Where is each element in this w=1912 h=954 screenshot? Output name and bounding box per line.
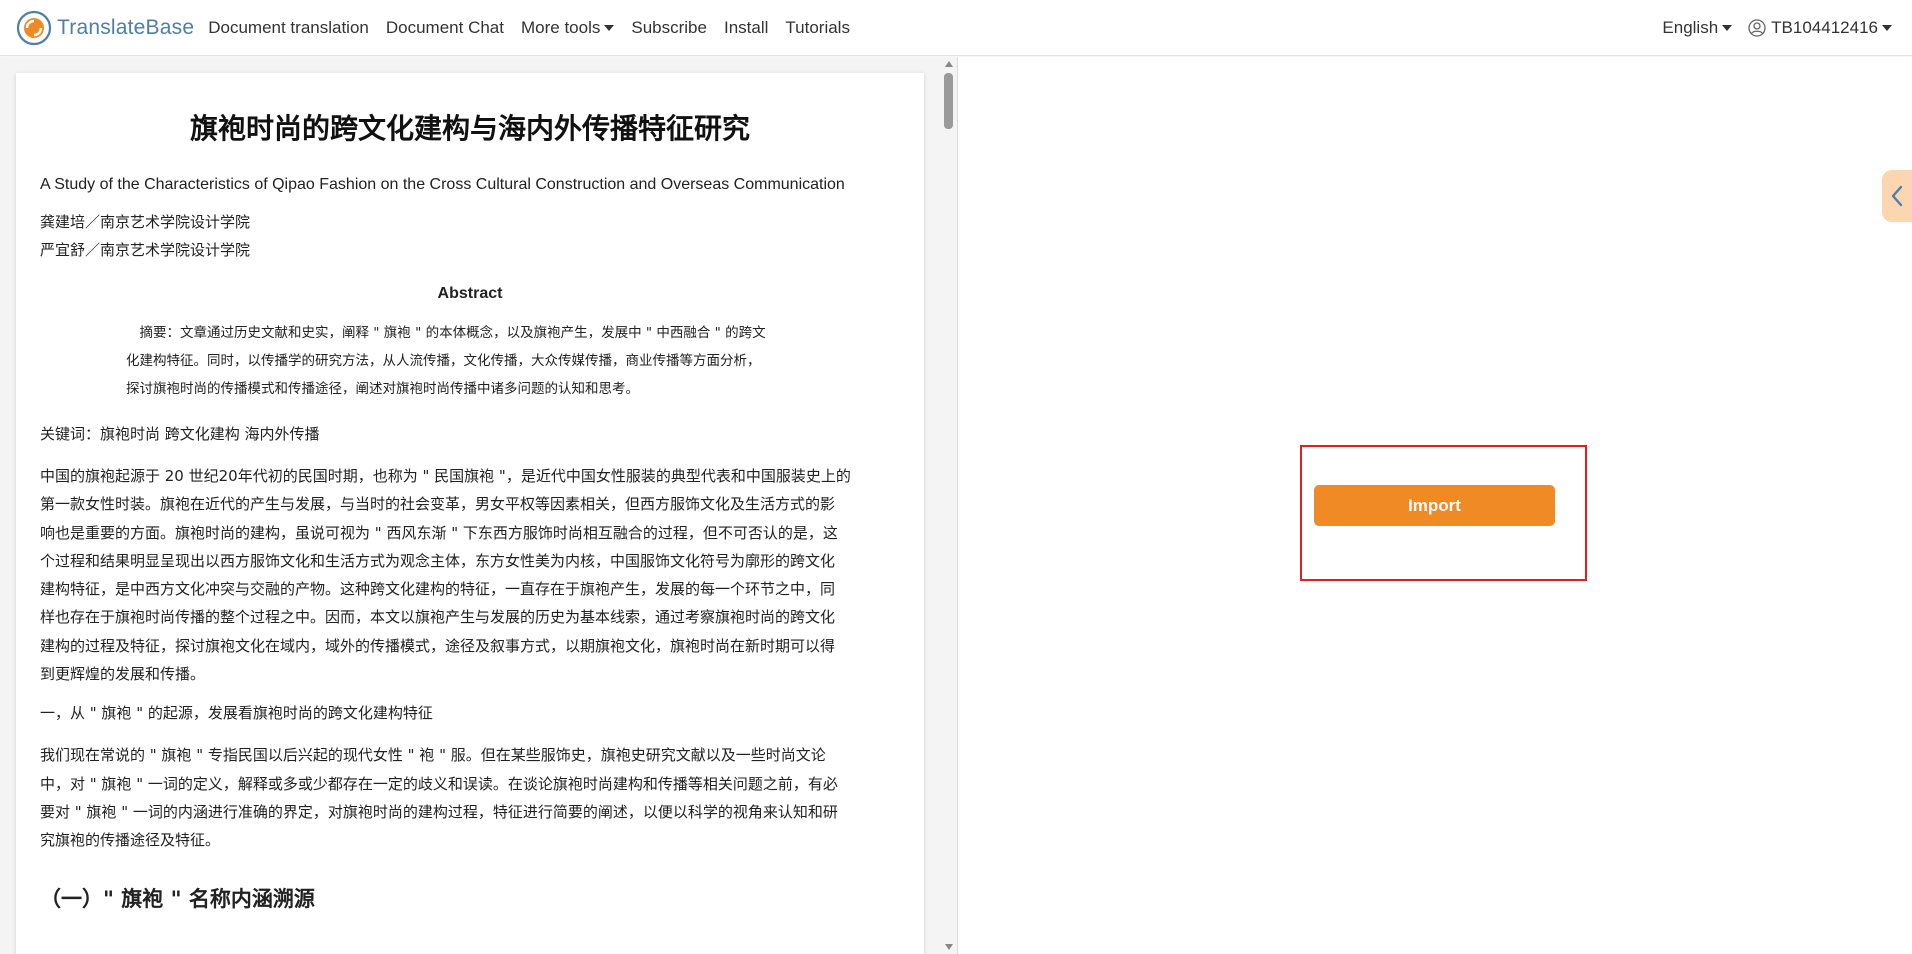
brand-name: TranslateBase — [57, 15, 195, 39]
paragraph-line: 我们现在常说的 " 旗袍 " 专指民国以后兴起的现代女性 " 袍 " 服。但在某… — [40, 746, 826, 765]
scrollbar-thumb[interactable] — [944, 73, 953, 129]
keywords: 关键词：旗袍时尚 跨文化建构 海内外传播 — [40, 425, 320, 443]
import-highlight-box: Import — [1300, 445, 1587, 581]
abstract-text: 摘要：文章通过历史文献和史实，阐释 " 旗袍 " 的本体概念，以及旗袍产生，发展… — [126, 319, 826, 403]
section-heading: 一，从 " 旗袍 " 的起源，发展看旗袍时尚的跨文化建构特征 — [40, 704, 433, 723]
nav-label: Subscribe — [631, 17, 707, 37]
user-circle-icon — [1748, 19, 1766, 37]
nav-more-tools[interactable]: More tools — [521, 17, 615, 38]
paragraph-line: 样也存在于旗袍时尚传播的整个过程之中。因而，本文以旗袍产生与发展的历史为基本线索… — [40, 608, 836, 627]
top-navbar: TranslateBase Document translation Docum… — [0, 0, 1912, 56]
nav-install[interactable]: Install — [724, 18, 768, 38]
abstract-line: 探讨旗袍时尚的传播模式和传播途径，阐述对旗袍时尚传播中诸多问题的认知和思考。 — [126, 381, 639, 397]
side-panel-toggle[interactable] — [1882, 170, 1912, 222]
nav-tutorials[interactable]: Tutorials — [785, 18, 850, 38]
nav-document-translation[interactable]: Document translation — [208, 18, 369, 38]
document-viewer: 旗袍时尚的跨文化建构与海内外传播特征研究 A Study of the Char… — [0, 57, 957, 954]
nav-document-chat[interactable]: Document Chat — [386, 18, 504, 38]
paragraph-line: 到更辉煌的发展和传播。 — [40, 665, 206, 684]
scroll-up-arrow-icon[interactable] — [945, 61, 953, 67]
main-nav: Document translation Document Chat More … — [208, 18, 867, 38]
document-scrollbar[interactable] — [941, 57, 957, 954]
language-selector[interactable]: English — [1662, 18, 1733, 38]
nav-subscribe[interactable]: Subscribe — [631, 18, 707, 38]
paragraph: 我们现在常说的 " 旗袍 " 专指民国以后兴起的现代女性 " 袍 " 服。但在某… — [40, 741, 900, 854]
nav-label: More tools — [521, 17, 601, 37]
paragraph-line: 中国的旗袍起源于 20 世纪20年代初的民国时期，也称为 " 民国旗袍 "，是近… — [40, 467, 851, 485]
caret-down-icon — [1882, 25, 1892, 31]
author-line: 严宜舒／南京艺术学院设计学院 — [40, 241, 251, 259]
paragraph-line: 究旗袍的传播途径及特征。 — [40, 831, 221, 850]
language-label: English — [1662, 18, 1719, 37]
header-right: English TB104412416 — [1662, 0, 1892, 56]
nav-label: Tutorials — [785, 17, 850, 37]
chevron-left-icon — [1891, 185, 1903, 207]
abstract-line: 化建构特征。同时，以传播学的研究方法，从人流传播，文化传播，大众传媒传播，商业传… — [126, 353, 761, 369]
brand-logo[interactable]: TranslateBase — [15, 9, 194, 47]
user-menu[interactable]: TB104412416 — [1748, 18, 1892, 38]
nav-label: Document Chat — [385, 17, 504, 37]
import-button[interactable]: Import — [1314, 485, 1555, 526]
paragraph-line: 建构特征，是中西方文化冲突与交融的产物。这种跨文化建构的特征，一直存在于旗袍产生… — [40, 580, 836, 599]
paragraph-line: 个过程和结果明显呈现出以西方服饰文化和生活方式为观念主体，东方女性美为内核，中国… — [40, 551, 836, 570]
caret-down-icon — [1722, 25, 1733, 31]
paragraph: 中国的旗袍起源于 20 世纪20年代初的民国时期，也称为 " 民国旗袍 "，是近… — [40, 462, 900, 688]
paragraph-line: 建构的过程及特征，探讨旗袍文化在域内，域外的传播模式，途径及叙事方式，以期旗袍文… — [40, 636, 836, 655]
document-page: 旗袍时尚的跨文化建构与海内外传播特征研究 A Study of the Char… — [16, 73, 924, 954]
author-line: 龚建培／南京艺术学院设计学院 — [40, 213, 251, 231]
abstract-heading: Abstract — [437, 285, 503, 302]
nav-label: Install — [723, 17, 769, 37]
doc-authors: 龚建培／南京艺术学院设计学院 严宜舒／南京艺术学院设计学院 — [40, 208, 900, 264]
abstract-line: 摘要：文章通过历史文献和史实，阐释 " 旗袍 " 的本体概念，以及旗袍产生，发展… — [126, 325, 766, 341]
translation-pane: Import — [958, 57, 1912, 954]
paragraph-line: 第一款女性时装。旗袍在近代的产生与发展，与当时的社会变革，男女平权等因素相关，但… — [40, 495, 836, 514]
paragraph-line: 中，对 " 旗袍 " 一词的定义，解释或多或少都存在一定的歧义和误读。在谈论旗袍… — [40, 774, 838, 793]
translatebase-logo-icon — [16, 10, 52, 45]
scroll-down-arrow-icon[interactable] — [945, 944, 953, 950]
paragraph-line: 要对 " 旗袍 " 一词的内涵进行准确的界定，对旗袍时尚的建构过程，特征进行简要… — [40, 802, 838, 821]
subsection-heading: （一）" 旗袍 " 名称内涵溯源 — [40, 886, 315, 911]
nav-label: Document translation — [208, 17, 369, 37]
user-id: TB104412416 — [1771, 18, 1878, 37]
doc-subtitle: A Study of the Characteristics of Qipao … — [40, 176, 845, 193]
paragraph-line: 响也是重要的方面。旗袍时尚的建构，虽说可视为 " 西风东渐 " 下东西方服饰时尚… — [40, 523, 838, 542]
doc-title: 旗袍时尚的跨文化建构与海内外传播特征研究 — [189, 112, 750, 145]
caret-down-icon — [604, 24, 615, 31]
